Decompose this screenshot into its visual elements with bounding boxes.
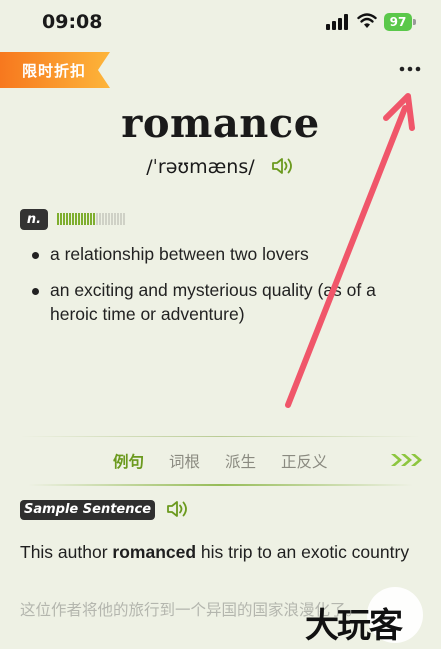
definition-item: an exciting and mysterious quality (as o… — [28, 278, 418, 326]
status-time: 09:08 — [42, 11, 103, 33]
more-options-icon[interactable] — [398, 62, 424, 76]
frequency-tick — [99, 213, 101, 225]
status-bar: 09:08 97 — [0, 0, 441, 44]
more-tabs-arrows-icon[interactable] — [390, 452, 424, 468]
pronunciation-speaker-icon[interactable] — [271, 156, 295, 176]
sample-sentence-badge: Sample Sentence — [20, 500, 155, 520]
sample-speaker-icon[interactable] — [166, 499, 190, 519]
battery-icon: 97 — [384, 13, 416, 31]
frequency-tick — [114, 213, 116, 225]
wifi-icon — [357, 13, 377, 28]
frequency-tick — [63, 213, 65, 225]
sentence-part: This author — [20, 542, 113, 562]
frequency-tick — [69, 213, 71, 225]
tab-roots[interactable]: 词根 — [169, 450, 200, 472]
discount-label: 限时折扣 — [22, 62, 87, 80]
frequency-tick — [123, 213, 125, 225]
battery-level: 97 — [384, 13, 412, 31]
battery-tip — [413, 19, 416, 25]
frequency-tick — [93, 213, 95, 225]
cellular-signal-icon — [326, 14, 348, 30]
part-of-speech-badge: n. — [20, 209, 48, 230]
tab-bar: 例句 词根 派生 正反义 — [0, 450, 441, 472]
frequency-tick — [96, 213, 98, 225]
definition-item: a relationship between two lovers — [28, 242, 418, 266]
definition-list: a relationship between two lovers an exci… — [28, 242, 418, 338]
frequency-tick — [108, 213, 110, 225]
sentence-part: his trip to an exotic country — [196, 542, 410, 562]
frequency-tick — [72, 213, 74, 225]
frequency-tick — [117, 213, 119, 225]
frequency-meter — [57, 213, 126, 231]
frequency-tick — [57, 213, 59, 225]
frequency-tick — [81, 213, 83, 225]
phonetic-row: /ˈrəʊmæns/ — [0, 156, 441, 178]
frequency-tick — [60, 213, 62, 225]
watermark-text: 大玩客 — [305, 606, 403, 646]
frequency-tick — [90, 213, 92, 225]
tab-synonyms-antonyms[interactable]: 正反义 — [281, 450, 328, 472]
phonetic-text: /ˈrəʊmæns/ — [146, 156, 255, 178]
frequency-tick — [111, 213, 113, 225]
frequency-tick — [87, 213, 89, 225]
headword: romance — [121, 100, 320, 147]
section-divider — [20, 436, 420, 437]
frequency-tick — [102, 213, 104, 225]
sentence-keyword: romanced — [112, 542, 197, 562]
frequency-tick — [66, 213, 68, 225]
frequency-tick — [105, 213, 107, 225]
frequency-tick — [84, 213, 86, 225]
tab-examples[interactable]: 例句 — [113, 450, 144, 472]
frequency-tick — [120, 213, 122, 225]
tab-underline — [28, 484, 413, 486]
frequency-tick — [78, 213, 80, 225]
tab-derivatives[interactable]: 派生 — [225, 450, 256, 472]
frequency-tick — [75, 213, 77, 225]
sample-sentence: This author romanced his trip to an exot… — [20, 537, 425, 567]
